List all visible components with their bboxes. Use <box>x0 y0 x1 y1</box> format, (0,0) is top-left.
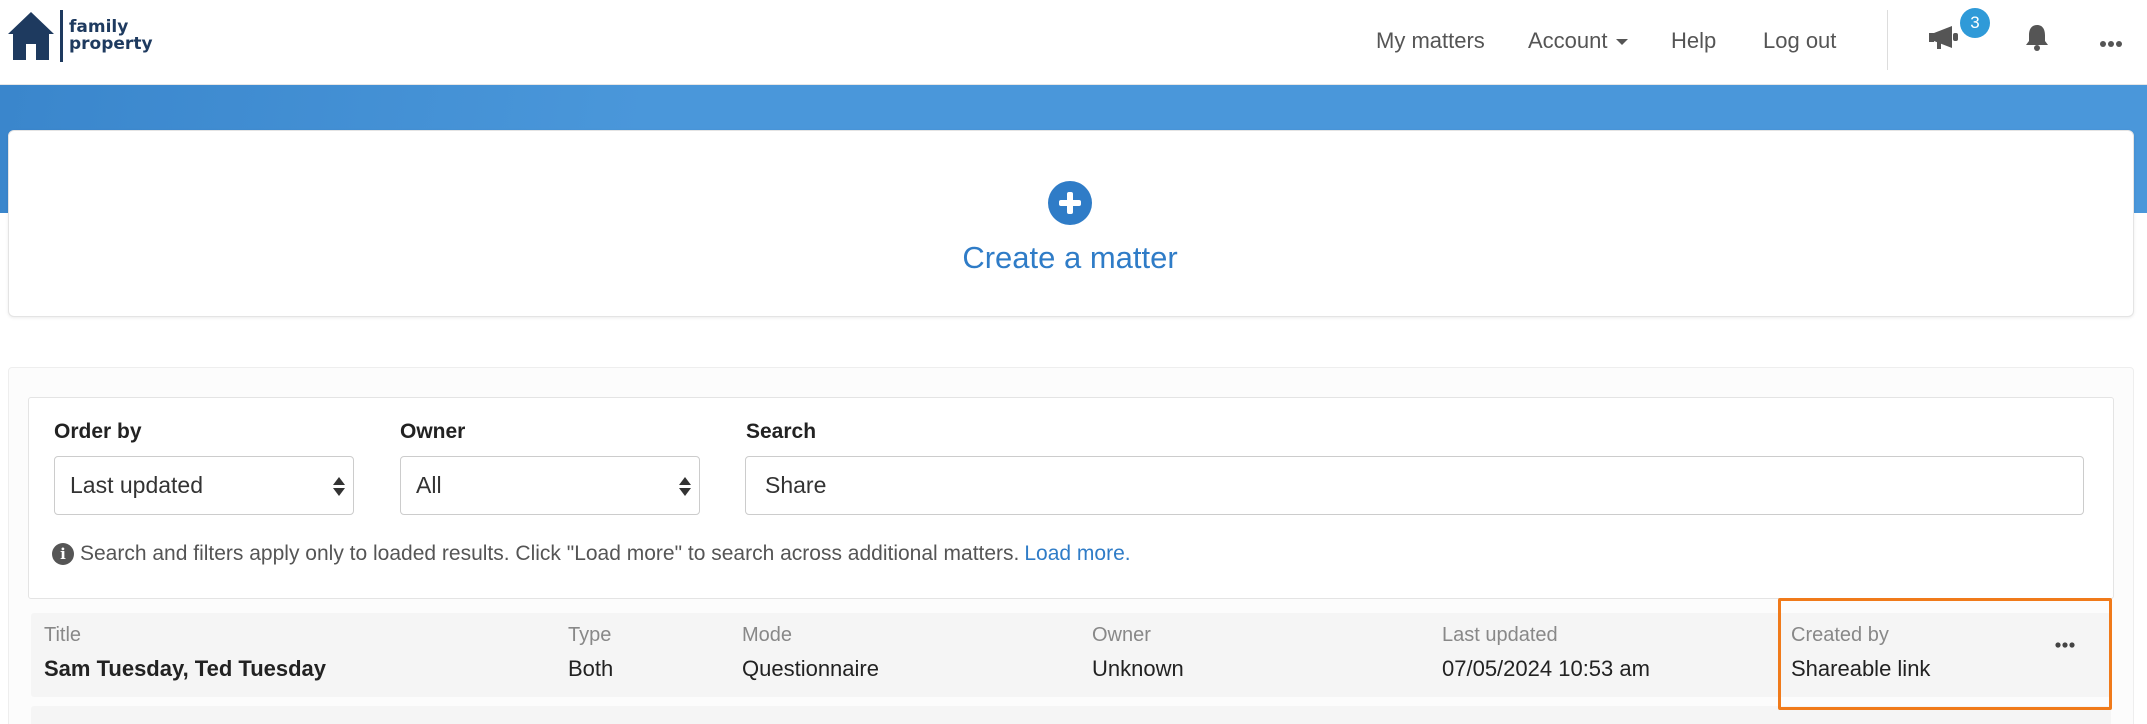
info-icon: i <box>52 543 74 565</box>
order-by-label: Order by <box>54 420 142 443</box>
nav-help[interactable]: Help <box>1671 28 1716 54</box>
row-mode: Questionnaire <box>742 656 879 681</box>
bell-icon <box>2026 25 2048 51</box>
col-mode-header: Mode <box>742 624 793 646</box>
col-type-header: Type <box>568 624 612 646</box>
more-horizontal-icon <box>2100 41 2122 47</box>
row-created-by: Shareable link <box>1791 656 1931 681</box>
announcements-button[interactable] <box>1928 24 1962 55</box>
caret-down-icon <box>1615 39 1628 46</box>
create-matter-link[interactable]: Create a matter <box>870 240 1270 276</box>
order-by-select[interactable]: Last updated <box>54 456 354 515</box>
more-horizontal-icon <box>2055 642 2075 648</box>
search-label: Search <box>746 420 817 443</box>
megaphone-icon <box>1929 26 1958 49</box>
logo-wordmark: family property <box>69 16 153 54</box>
nav-my-matters[interactable]: My matters <box>1376 28 1485 54</box>
search-input[interactable] <box>745 456 2084 515</box>
nav-account-dropdown[interactable]: Account <box>1528 28 1628 54</box>
brand-logo[interactable]: family property <box>6 8 153 63</box>
load-more-link[interactable]: Load more. <box>1024 542 1130 566</box>
row-last-updated: 07/05/2024 10:53 am <box>1442 656 1650 681</box>
row-title[interactable]: Sam Tuesday, Ted Tuesday <box>44 656 326 682</box>
col-last-updated-header: Last updated <box>1442 624 1558 646</box>
info-text: Search and filters apply only to loaded … <box>80 542 1020 565</box>
table-row[interactable] <box>31 706 2111 724</box>
logo-line-2: property <box>69 33 153 54</box>
logo-line-1: family <box>69 16 129 37</box>
more-options-button[interactable] <box>2100 35 2122 53</box>
owner-label: Owner <box>400 420 466 443</box>
order-by-value: Last updated <box>70 472 204 498</box>
col-created-by-header: Created by <box>1791 624 1889 646</box>
logo-divider <box>60 9 63 62</box>
top-navbar: family property My matters Account Help … <box>0 0 2147 85</box>
nav-divider <box>1887 10 1888 70</box>
owner-value: All <box>416 472 442 498</box>
row-type: Both <box>568 656 614 681</box>
search-info-note: i Search and filters apply only to loade… <box>52 542 1131 566</box>
select-arrows-icon <box>333 477 345 497</box>
announcements-count-badge: 3 <box>1960 8 1990 38</box>
row-owner: Unknown <box>1092 656 1184 681</box>
col-owner-header: Owner <box>1092 624 1151 646</box>
select-arrows-icon <box>679 477 691 497</box>
nav-logout[interactable]: Log out <box>1763 28 1836 54</box>
nav-account-label: Account <box>1528 28 1608 53</box>
notifications-button[interactable] <box>2024 23 2050 56</box>
house-logo-icon <box>8 11 54 60</box>
row-actions-button[interactable] <box>2055 636 2075 654</box>
plus-circle-icon[interactable] <box>1048 181 1092 225</box>
owner-select[interactable]: All <box>400 456 700 515</box>
col-title-header: Title <box>44 624 82 646</box>
